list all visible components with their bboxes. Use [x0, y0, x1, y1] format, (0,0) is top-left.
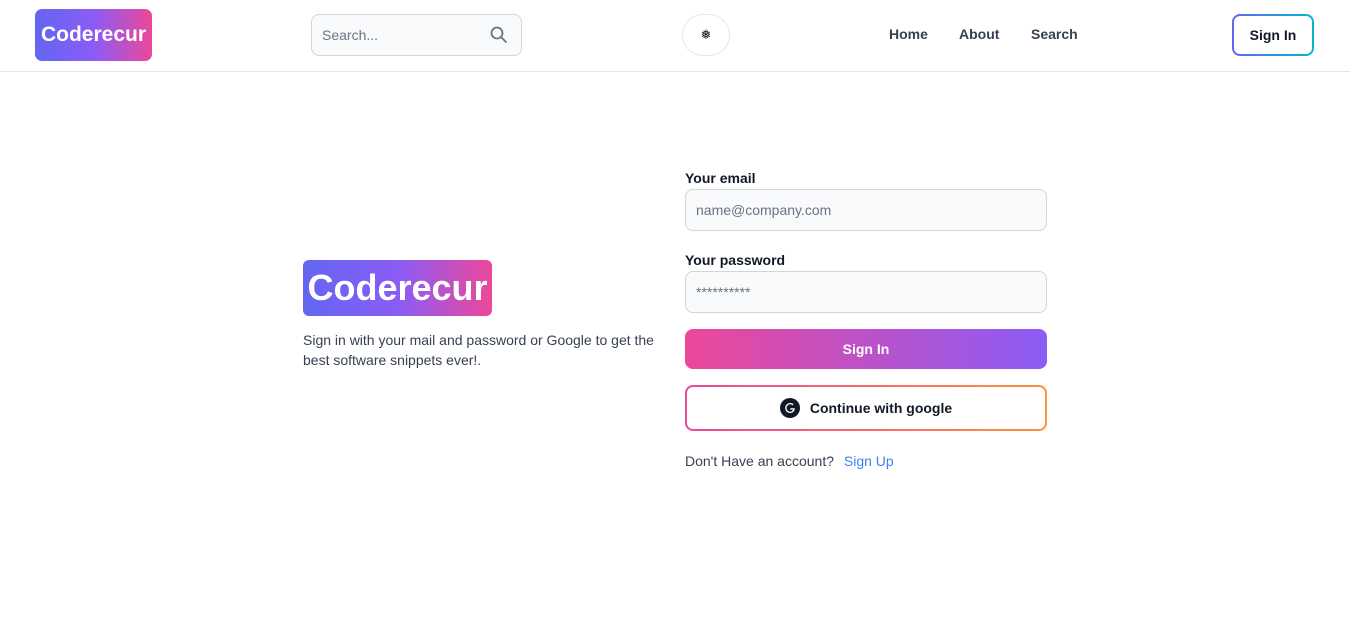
- email-field[interactable]: [685, 189, 1047, 231]
- signup-link[interactable]: Sign Up: [844, 453, 894, 469]
- nav-home-link[interactable]: Home: [889, 26, 928, 42]
- navbar: Coderecur ❅ Home About Search Sign In: [0, 0, 1350, 72]
- snowflake-icon: ❅: [700, 27, 712, 42]
- google-button-label: Continue with google: [809, 400, 953, 416]
- search-input[interactable]: [312, 15, 482, 55]
- signup-row: Don't Have an account? Sign Up: [685, 453, 894, 469]
- nav-search-link[interactable]: Search: [1031, 26, 1078, 42]
- hero-tagline: Sign in with your mail and password or G…: [303, 332, 654, 368]
- google-signin-button[interactable]: Continue with google: [685, 385, 1047, 431]
- header-signin-button[interactable]: Sign In: [1232, 14, 1314, 56]
- logo[interactable]: Coderecur: [35, 9, 152, 61]
- no-account-text: Don't Have an account?: [685, 453, 834, 469]
- email-label: Your email: [685, 170, 756, 186]
- google-button-content: Continue with google: [687, 387, 1045, 429]
- theme-toggle-button[interactable]: ❅: [682, 14, 730, 56]
- nav-about-link[interactable]: About: [959, 26, 999, 42]
- hero-logo: Coderecur: [303, 260, 492, 316]
- header-signin-label: Sign In: [1234, 16, 1312, 54]
- signin-button[interactable]: Sign In: [685, 329, 1047, 369]
- search-icon[interactable]: [489, 25, 509, 45]
- password-label: Your password: [685, 252, 786, 268]
- google-icon: [779, 398, 800, 418]
- password-field[interactable]: [685, 271, 1047, 313]
- search-box: [311, 14, 522, 56]
